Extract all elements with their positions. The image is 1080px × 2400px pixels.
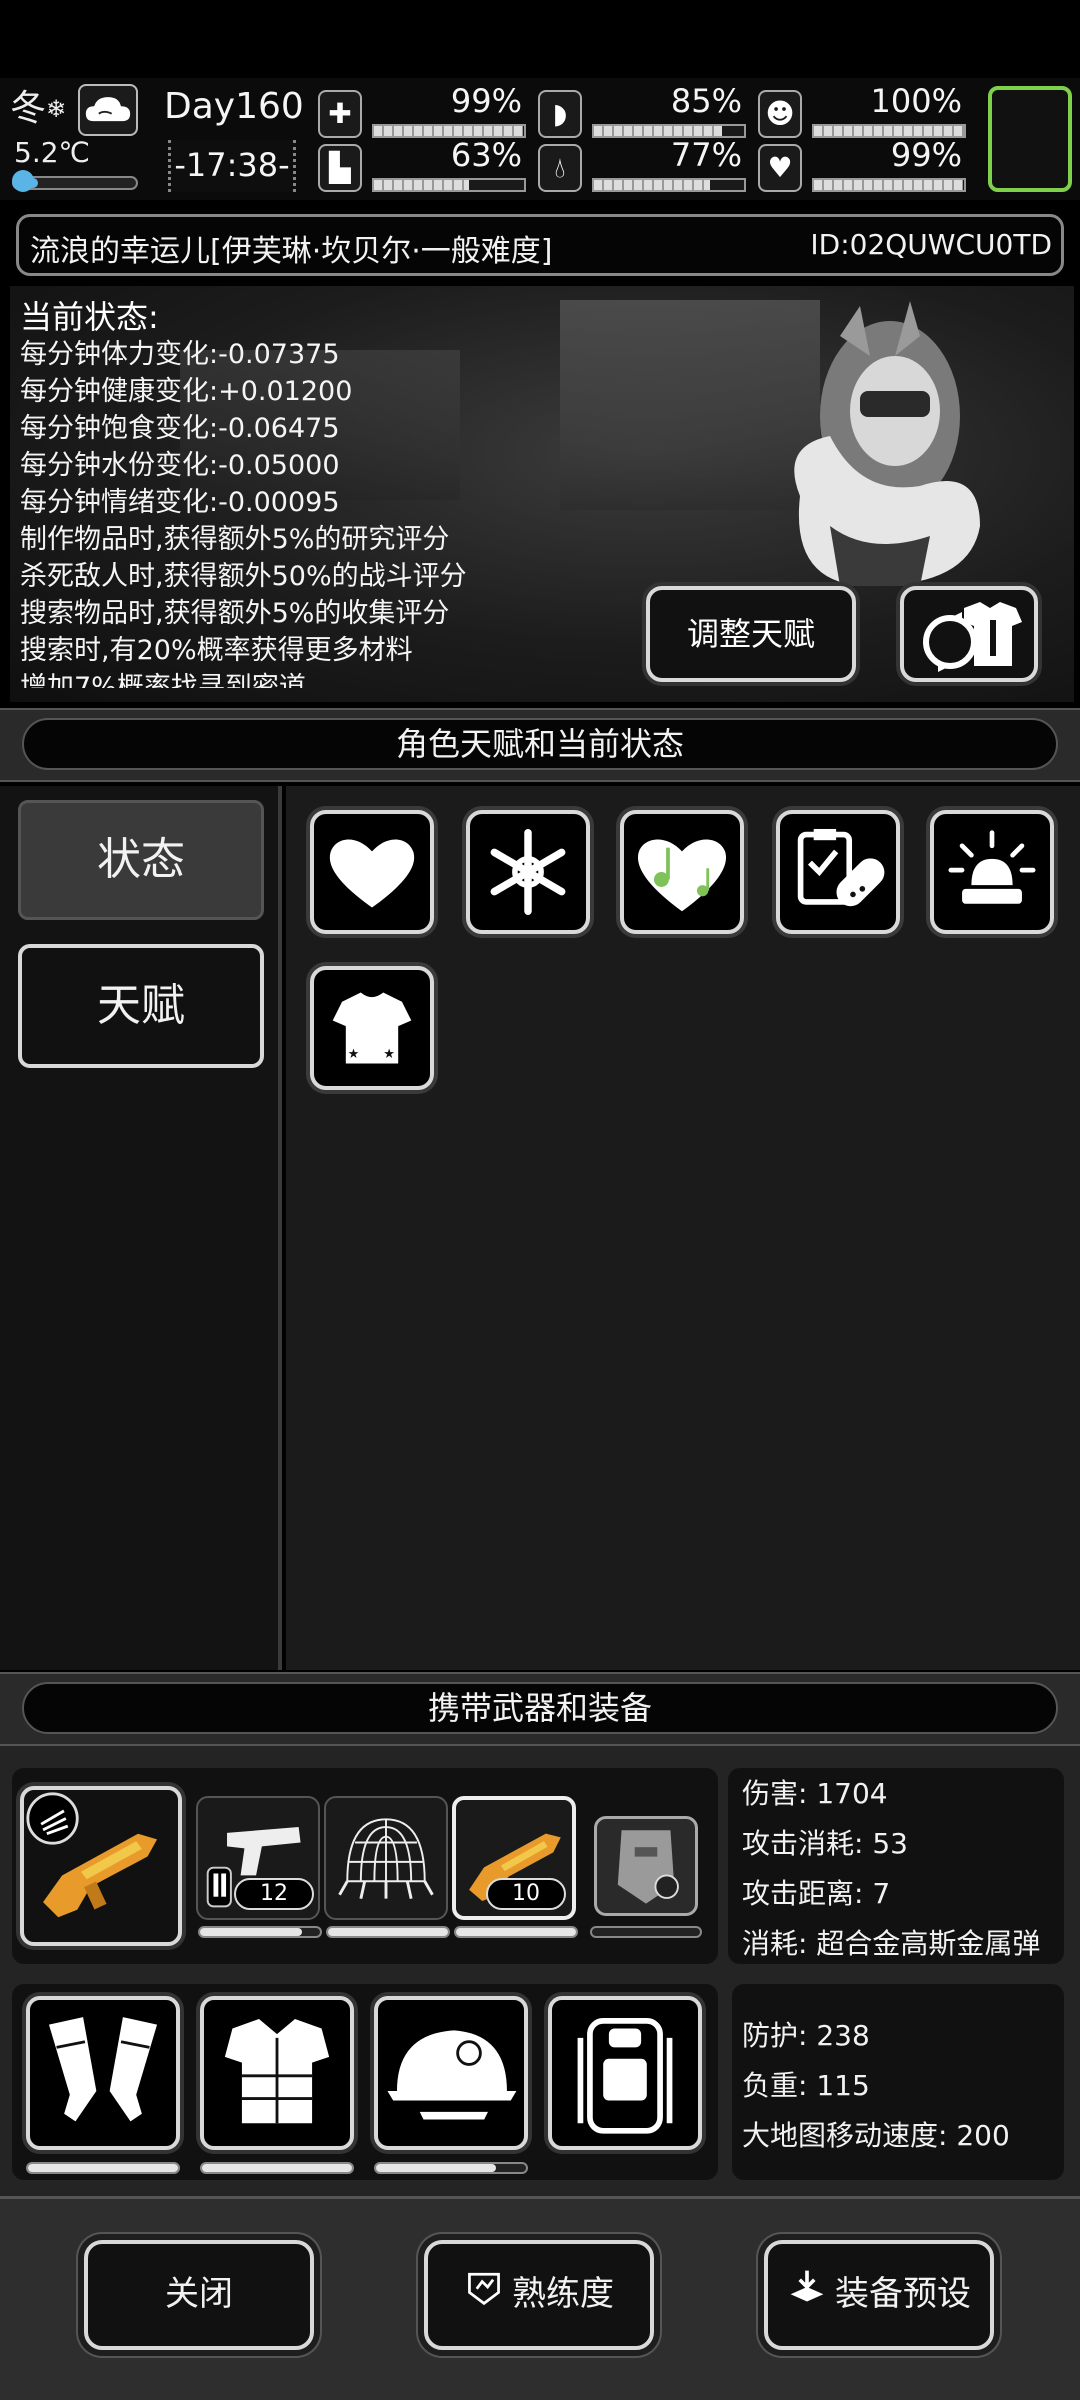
pistol-slot[interactable]: 12	[196, 1796, 320, 1920]
stat-health: ✚ 99%	[318, 82, 528, 142]
temperature-text: 5.2℃	[14, 136, 90, 169]
cloud-icon[interactable]	[78, 84, 138, 136]
svg-text:★: ★	[348, 1047, 360, 1062]
gloves-durability-bar	[26, 2162, 180, 2174]
net-slot[interactable]	[324, 1796, 448, 1920]
stat-health-value: 99%	[450, 82, 522, 120]
backpack-icon	[577, 2018, 673, 2134]
proficiency-icon	[464, 2246, 504, 2346]
change-outfit-button[interactable]	[900, 586, 1038, 682]
rifle-ammo-count: 10	[486, 1878, 566, 1910]
armor-weight: 负重: 115	[742, 2069, 870, 2102]
stomach-icon: ◗	[538, 90, 582, 138]
status-line: 每分钟饱食变化:-0.06475	[20, 413, 340, 444]
season-winter-icon: 冬❄	[10, 88, 67, 129]
character-portrait	[720, 296, 1020, 586]
net-durability-bar	[326, 1926, 450, 1938]
weapon-range: 攻击距离: 7	[742, 1877, 891, 1910]
stat-heart-value: 99%	[890, 136, 962, 174]
shield-slot[interactable]	[594, 1816, 698, 1916]
orange-rifle-slot[interactable]: 10	[452, 1796, 576, 1920]
stat-mood-value: 100%	[870, 82, 962, 120]
alarm-light-icon[interactable]	[930, 810, 1054, 934]
armor-protection: 防护: 238	[742, 2019, 870, 2052]
medkit-icon: ✚	[318, 90, 362, 138]
gloves-icon	[48, 2017, 158, 2122]
stat-mood: ☻ 100%	[758, 82, 968, 142]
weapon-damage: 伤害: 1704	[742, 1777, 888, 1810]
character-name: 流浪的幸运儿[伊芙琳·坎贝尔·一般难度]	[30, 234, 553, 269]
equipment-section-title: 携带武器和装备	[22, 1682, 1058, 1734]
status-line: 杀死敌人时,获得额外50%的战斗评分	[20, 561, 467, 592]
stat-hunger-value: 85%	[670, 82, 742, 120]
stat-heart: ♥ 99%	[758, 136, 968, 196]
status-effects-list[interactable]: 每分钟体力变化:-0.07375 每分钟健康变化:+0.01200 每分钟饱食变…	[20, 336, 640, 688]
body-armor-slot[interactable]	[200, 1996, 354, 2150]
talent-section-title: 角色天赋和当前状态	[22, 718, 1058, 770]
heart-icon: ♥	[758, 144, 802, 192]
quick-slot[interactable]	[988, 86, 1072, 192]
svg-text:★: ★	[383, 1047, 395, 1062]
shield-icon	[617, 1830, 679, 1904]
close-button-label: 关闭	[165, 2274, 233, 2314]
stat-stamina-bar	[372, 178, 526, 192]
tab-talent[interactable]: 天赋	[18, 944, 264, 1068]
stat-stamina-value: 63%	[450, 136, 522, 174]
season-label: 冬	[10, 88, 47, 129]
weapon-ammo-type: 消耗: 超合金高斯金属弹	[742, 1927, 1041, 1960]
status-line: 搜索物品时,获得额外5%的收集评分	[20, 598, 450, 629]
body-armor-durability-bar	[200, 2162, 354, 2174]
map-move-speed: 大地图移动速度: 200	[742, 2119, 1010, 2152]
helmet-durability-bar	[374, 2162, 528, 2174]
status-line: 每分钟体力变化:-0.07375	[20, 339, 340, 370]
status-line: 每分钟健康变化:+0.01200	[20, 376, 353, 407]
stat-thirst-value: 77%	[670, 136, 742, 174]
gloves-slot[interactable]	[26, 1996, 180, 2150]
proficiency-button[interactable]: 熟练度	[424, 2240, 654, 2350]
body-armor-icon	[224, 2018, 330, 2124]
thermometer-icon	[12, 170, 34, 192]
status-line: 每分钟水份变化:-0.05000	[20, 450, 340, 481]
heart-icon[interactable]	[310, 810, 434, 934]
status-line: 增加7%概率找寻到密道	[20, 672, 306, 688]
rifle-durability-bar	[454, 1926, 578, 1938]
medicine-icon[interactable]	[776, 810, 900, 934]
helmet-slot[interactable]	[374, 1996, 528, 2150]
stat-hunger: ◗ 85%	[538, 82, 748, 142]
tab-status[interactable]: 状态	[18, 800, 264, 920]
main-weapon-slot[interactable]	[20, 1786, 182, 1946]
adjust-talent-button[interactable]: 调整天赋	[646, 586, 856, 682]
equipment-preset-button[interactable]: 装备预设	[764, 2240, 994, 2350]
preset-icon	[787, 2246, 827, 2346]
backpack-slot[interactable]	[548, 1996, 702, 2150]
status-line: 制作物品时,获得额外5%的研究评分	[20, 524, 450, 555]
close-button[interactable]: 关闭	[84, 2240, 314, 2350]
helmet-icon	[387, 2030, 517, 2120]
status-line: 搜索时,有20%概率获得更多材料	[20, 635, 413, 666]
proficiency-button-label: 熟练度	[512, 2274, 614, 2314]
stat-thirst: 💧︎ 77%	[538, 136, 748, 196]
clock-text: -17:38-	[174, 146, 290, 184]
status-line: 每分钟情绪变化:-0.00095	[20, 487, 340, 518]
stat-stamina: ▙ 63%	[318, 136, 528, 196]
stat-heart-bar	[812, 178, 966, 192]
day-counter: Day160	[164, 86, 304, 127]
water-drop-icon: 💧︎	[538, 144, 582, 192]
shirt-icon[interactable]: ★ ★	[310, 966, 434, 1090]
pistol-durability-bar	[198, 1926, 322, 1938]
shield-durability-bar	[590, 1926, 702, 1938]
current-status-title: 当前状态:	[20, 298, 159, 336]
pistol-ammo-count: 12	[234, 1878, 314, 1910]
boot-icon: ▙	[318, 144, 362, 192]
mask-icon: ☻	[758, 90, 802, 138]
preset-button-label: 装备预设	[835, 2274, 971, 2314]
snowflake-icon[interactable]	[466, 810, 590, 934]
stat-thirst-bar	[592, 178, 746, 192]
weapon-attack-cost: 攻击消耗: 53	[742, 1827, 908, 1860]
music-heart-icon[interactable]	[620, 810, 744, 934]
character-id: ID:02QUWCU0TD	[810, 228, 1052, 261]
outfit-swap-icon	[923, 602, 1022, 672]
